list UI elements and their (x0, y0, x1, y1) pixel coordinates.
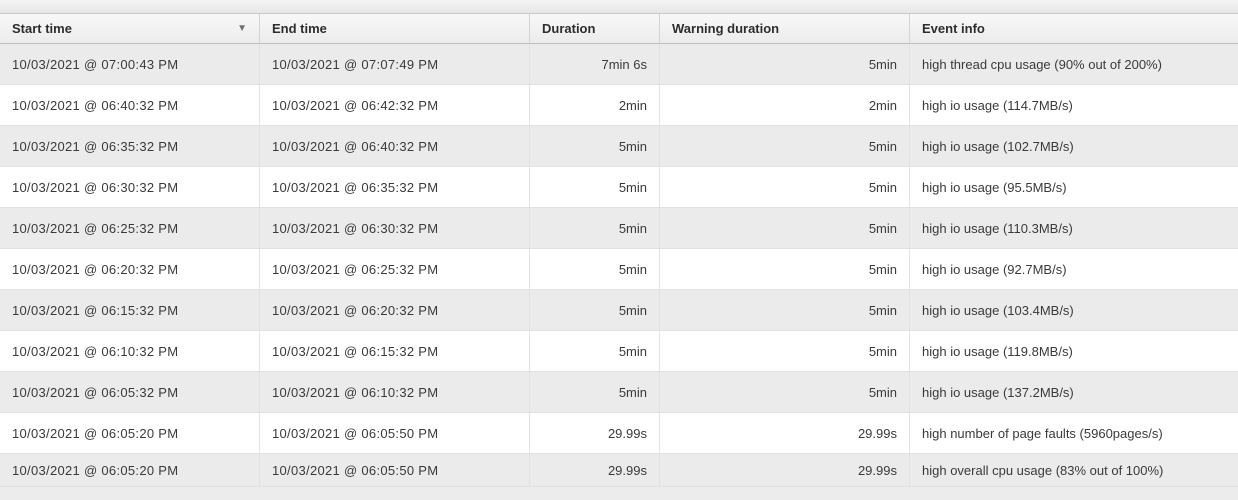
cell-warning-duration: 29.99s (660, 413, 910, 453)
cell-end-time: 10/03/2021 @ 06:15:32 PM (260, 331, 530, 371)
cell-duration: 5min (530, 249, 660, 289)
cell-duration: 7min 6s (530, 44, 660, 84)
cell-warning-duration: 5min (660, 331, 910, 371)
column-label: Start time (12, 21, 72, 36)
cell-start-time: 10/03/2021 @ 06:10:32 PM (0, 331, 260, 371)
cell-event-info: high io usage (103.4MB/s) (910, 290, 1238, 330)
cell-end-time: 10/03/2021 @ 06:42:32 PM (260, 85, 530, 125)
cell-duration: 5min (530, 372, 660, 412)
cell-start-time: 10/03/2021 @ 07:00:43 PM (0, 44, 260, 84)
column-label: Event info (922, 21, 985, 36)
cell-warning-duration: 5min (660, 372, 910, 412)
column-label: Warning duration (672, 21, 779, 36)
cell-event-info: high io usage (114.7MB/s) (910, 85, 1238, 125)
table-row[interactable]: 10/03/2021 @ 07:00:43 PM 10/03/2021 @ 07… (0, 44, 1238, 85)
table-row[interactable]: 10/03/2021 @ 06:25:32 PM 10/03/2021 @ 06… (0, 208, 1238, 249)
cell-duration: 2min (530, 85, 660, 125)
cell-end-time: 10/03/2021 @ 06:40:32 PM (260, 126, 530, 166)
table-row[interactable]: 10/03/2021 @ 06:15:32 PM 10/03/2021 @ 06… (0, 290, 1238, 331)
column-header-end-time[interactable]: End time (260, 14, 530, 43)
cell-start-time: 10/03/2021 @ 06:30:32 PM (0, 167, 260, 207)
cell-duration: 5min (530, 208, 660, 248)
cell-event-info: high io usage (95.5MB/s) (910, 167, 1238, 207)
table-row[interactable]: 10/03/2021 @ 06:05:20 PM 10/03/2021 @ 06… (0, 454, 1238, 487)
cell-event-info: high io usage (102.7MB/s) (910, 126, 1238, 166)
column-label: End time (272, 21, 327, 36)
table-row[interactable]: 10/03/2021 @ 06:05:20 PM 10/03/2021 @ 06… (0, 413, 1238, 454)
column-header-warning-duration[interactable]: Warning duration (660, 14, 910, 43)
cell-duration: 5min (530, 290, 660, 330)
cell-start-time: 10/03/2021 @ 06:05:20 PM (0, 454, 260, 486)
cell-end-time: 10/03/2021 @ 06:05:50 PM (260, 413, 530, 453)
cell-start-time: 10/03/2021 @ 06:15:32 PM (0, 290, 260, 330)
column-header-event-info[interactable]: Event info (910, 14, 1238, 43)
cell-end-time: 10/03/2021 @ 06:05:50 PM (260, 454, 530, 486)
cell-duration: 29.99s (530, 454, 660, 486)
panel-top-band (0, 0, 1238, 14)
cell-start-time: 10/03/2021 @ 06:35:32 PM (0, 126, 260, 166)
table-row[interactable]: 10/03/2021 @ 06:20:32 PM 10/03/2021 @ 06… (0, 249, 1238, 290)
cell-event-info: high number of page faults (5960pages/s) (910, 413, 1238, 453)
events-panel: Start time ▼ End time Duration Warning d… (0, 0, 1238, 500)
cell-end-time: 10/03/2021 @ 06:30:32 PM (260, 208, 530, 248)
cell-warning-duration: 5min (660, 167, 910, 207)
cell-start-time: 10/03/2021 @ 06:05:32 PM (0, 372, 260, 412)
cell-start-time: 10/03/2021 @ 06:05:20 PM (0, 413, 260, 453)
table-row[interactable]: 10/03/2021 @ 06:40:32 PM 10/03/2021 @ 06… (0, 85, 1238, 126)
column-header-duration[interactable]: Duration (530, 14, 660, 43)
table-row[interactable]: 10/03/2021 @ 06:05:32 PM 10/03/2021 @ 06… (0, 372, 1238, 413)
table-row[interactable]: 10/03/2021 @ 06:35:32 PM 10/03/2021 @ 06… (0, 126, 1238, 167)
cell-event-info: high io usage (137.2MB/s) (910, 372, 1238, 412)
cell-warning-duration: 5min (660, 126, 910, 166)
cell-start-time: 10/03/2021 @ 06:40:32 PM (0, 85, 260, 125)
cell-event-info: high overall cpu usage (83% out of 100%) (910, 454, 1238, 486)
cell-end-time: 10/03/2021 @ 07:07:49 PM (260, 44, 530, 84)
cell-event-info: high thread cpu usage (90% out of 200%) (910, 44, 1238, 84)
cell-end-time: 10/03/2021 @ 06:20:32 PM (260, 290, 530, 330)
cell-duration: 29.99s (530, 413, 660, 453)
cell-warning-duration: 2min (660, 85, 910, 125)
cell-end-time: 10/03/2021 @ 06:25:32 PM (260, 249, 530, 289)
table-header: Start time ▼ End time Duration Warning d… (0, 14, 1238, 44)
cell-warning-duration: 5min (660, 249, 910, 289)
cell-duration: 5min (530, 167, 660, 207)
cell-duration: 5min (530, 331, 660, 371)
cell-end-time: 10/03/2021 @ 06:35:32 PM (260, 167, 530, 207)
table-row[interactable]: 10/03/2021 @ 06:30:32 PM 10/03/2021 @ 06… (0, 167, 1238, 208)
cell-start-time: 10/03/2021 @ 06:25:32 PM (0, 208, 260, 248)
cell-event-info: high io usage (119.8MB/s) (910, 331, 1238, 371)
sort-desc-icon: ▼ (237, 23, 247, 34)
cell-duration: 5min (530, 126, 660, 166)
cell-warning-duration: 5min (660, 208, 910, 248)
table-row[interactable]: 10/03/2021 @ 06:10:32 PM 10/03/2021 @ 06… (0, 331, 1238, 372)
cell-event-info: high io usage (92.7MB/s) (910, 249, 1238, 289)
cell-warning-duration: 5min (660, 44, 910, 84)
cell-warning-duration: 5min (660, 290, 910, 330)
cell-warning-duration: 29.99s (660, 454, 910, 486)
cell-end-time: 10/03/2021 @ 06:10:32 PM (260, 372, 530, 412)
cell-event-info: high io usage (110.3MB/s) (910, 208, 1238, 248)
column-header-start-time[interactable]: Start time ▼ (0, 14, 260, 43)
cell-start-time: 10/03/2021 @ 06:20:32 PM (0, 249, 260, 289)
column-label: Duration (542, 21, 595, 36)
